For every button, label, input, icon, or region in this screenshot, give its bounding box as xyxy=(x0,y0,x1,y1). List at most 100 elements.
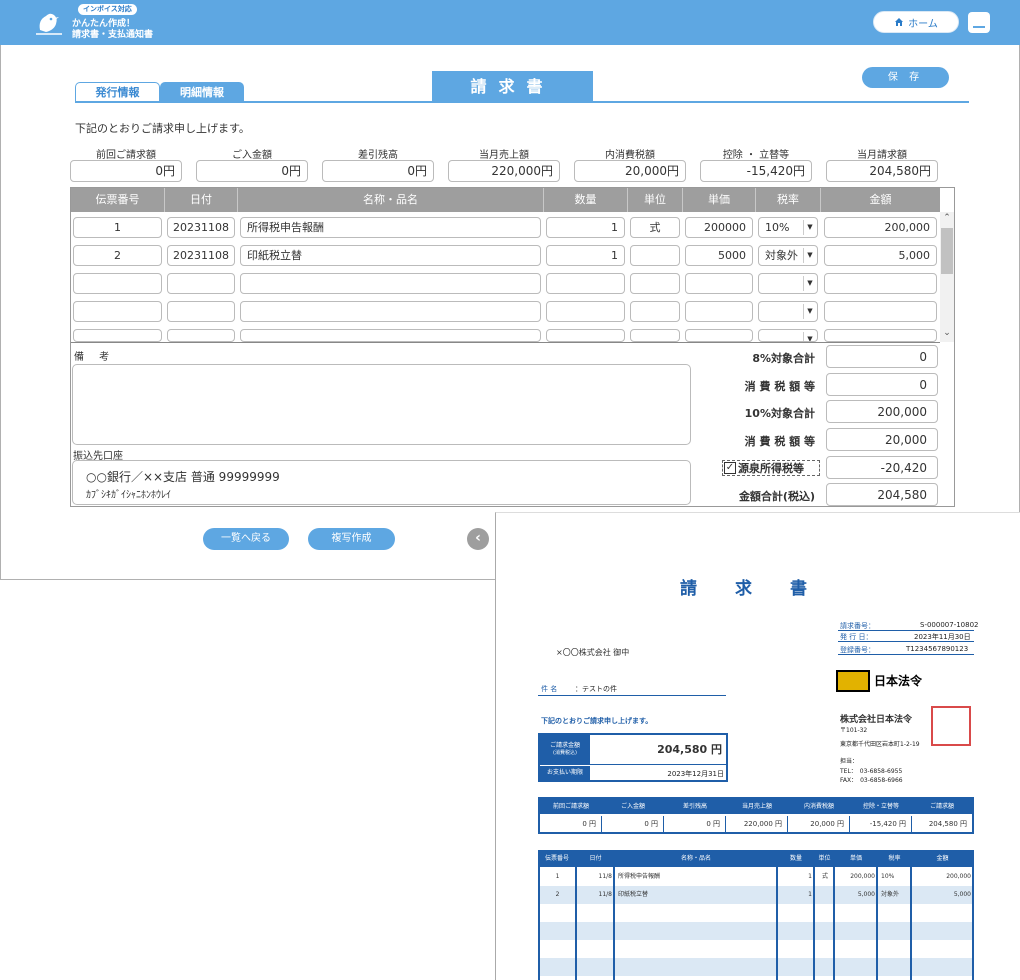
dropdown-arrow-icon[interactable]: ▼ xyxy=(803,248,816,263)
table-cell-price[interactable]: 5000 xyxy=(685,245,753,266)
tax-select[interactable]: 対象外 ▼ xyxy=(758,245,818,266)
company-logo-text: 日本法令 xyxy=(874,674,923,688)
divider xyxy=(575,850,577,980)
chevron-left-icon[interactable]: ‹ xyxy=(467,528,489,550)
remarks-textarea[interactable] xyxy=(72,364,691,445)
table-cell-price[interactable] xyxy=(685,329,753,342)
dropdown-arrow-icon[interactable]: ▼ xyxy=(803,220,816,235)
doc-summary-value: 204,580 円 xyxy=(928,820,967,828)
doc-summary-head: 差引残高 xyxy=(682,803,707,810)
table-cell-qty[interactable] xyxy=(546,301,625,322)
table-cell-date[interactable] xyxy=(167,273,235,294)
doc-reg-no: T1234567890123 xyxy=(906,645,969,653)
divider xyxy=(838,654,974,655)
intro-text: 下記のとおりご請求申し上げます。 xyxy=(75,122,250,135)
doc-summary-value: -15,420 円 xyxy=(850,816,912,832)
total-value: 200,000 xyxy=(826,400,938,423)
tax-select[interactable]: 10% ▼ xyxy=(758,217,818,238)
home-button[interactable]: ホーム xyxy=(873,11,959,33)
table-cell-price[interactable] xyxy=(685,301,753,322)
table-cell-qty[interactable]: 1 xyxy=(546,217,625,238)
table-cell-date[interactable] xyxy=(167,329,235,342)
minimize-button[interactable] xyxy=(968,12,990,33)
table-cell-amount[interactable] xyxy=(824,301,937,322)
cell-text: 2 xyxy=(114,249,121,262)
withholding-checkbox[interactable]: ✓ 源泉所得税等 xyxy=(722,460,820,476)
divider xyxy=(910,850,912,980)
bank-line2: ｶﾌﾞｼｷｶﾞｲｼｬﾆﾎﾝﾎｳﾚｲ xyxy=(86,490,171,501)
table-cell-name[interactable]: 印紙税立替 xyxy=(240,245,541,266)
doc-table-cell: 2 xyxy=(555,891,560,898)
table-cell-no[interactable] xyxy=(73,301,162,322)
table-cell-qty[interactable] xyxy=(546,329,625,342)
table-cell-date[interactable] xyxy=(167,301,235,322)
tax-select[interactable]: ▼ xyxy=(758,329,818,342)
col-header: 単価 xyxy=(683,188,756,212)
table-cell-unit[interactable] xyxy=(630,329,680,342)
table-cell-qty[interactable] xyxy=(546,273,625,294)
scroll-down-icon[interactable]: ⌄ xyxy=(940,328,954,338)
summary-label: 差引残高 xyxy=(358,150,398,161)
tax-select[interactable]: ▼ xyxy=(758,273,818,294)
table-cell-unit[interactable] xyxy=(630,273,680,294)
dropdown-arrow-icon[interactable]: ▼ xyxy=(803,332,816,341)
divider xyxy=(833,850,835,980)
doc-table-row xyxy=(538,976,974,980)
tab-issue-info[interactable]: 発行情報 xyxy=(75,82,160,102)
table-cell-amount[interactable] xyxy=(824,329,937,342)
divider xyxy=(838,641,974,642)
tab-detail-info[interactable]: 明細情報 xyxy=(160,82,244,102)
tax-select[interactable]: ▼ xyxy=(758,301,818,322)
back-to-list-button[interactable]: 一覧へ戻る xyxy=(203,528,289,550)
table-cell-unit[interactable]: 式 xyxy=(630,217,680,238)
doc-table-cell: 印紙税立替 xyxy=(618,891,649,898)
table-cell-unit[interactable] xyxy=(630,301,680,322)
summary-label: 当月請求額 xyxy=(857,150,907,161)
table-cell-no[interactable] xyxy=(73,273,162,294)
scroll-thumb[interactable] xyxy=(941,228,953,274)
table-cell-name[interactable] xyxy=(240,273,541,294)
total-label: 8%対象合計 xyxy=(752,352,815,365)
cell-text: 印紙税立替 xyxy=(247,249,302,262)
divider xyxy=(838,630,974,631)
summary-label: 控除 ・ 立替等 xyxy=(722,150,790,161)
save-button[interactable]: 保 存 xyxy=(862,67,949,88)
doc-intro: 下記のとおりご請求申し上げます。 xyxy=(541,717,653,725)
summary-label: 当月売上額 xyxy=(479,150,529,161)
table-cell-date[interactable]: 20231108 xyxy=(167,245,235,266)
table-cell-name[interactable] xyxy=(240,301,541,322)
table-cell-amount[interactable]: 200,000 xyxy=(824,217,937,238)
doc-zip: 〒101-32 xyxy=(840,727,868,734)
doc-amount-sub: (消費税込) xyxy=(553,750,577,756)
copy-create-button[interactable]: 複写作成 xyxy=(308,528,395,550)
doc-subject-label: 件 名 xyxy=(541,685,558,693)
table-cell-qty[interactable]: 1 xyxy=(546,245,625,266)
table-cell-price[interactable]: 200000 xyxy=(685,217,753,238)
scroll-up-icon[interactable]: ⌃ xyxy=(940,213,954,223)
table-cell-no[interactable]: 2 xyxy=(73,245,162,266)
table-cell-name[interactable]: 所得税申告報酬 xyxy=(240,217,541,238)
doc-summary-head: 前回ご請求額 xyxy=(552,803,589,810)
doc-table-cell: 5,000 xyxy=(857,891,875,898)
table-cell-unit[interactable] xyxy=(630,245,680,266)
summary-value: 0円 xyxy=(322,160,434,182)
cell-text: 200000 xyxy=(704,221,746,234)
cell-text: 1 xyxy=(611,249,618,262)
total-label: 金額合計(税込) xyxy=(738,490,815,503)
table-cell-date[interactable]: 20231108 xyxy=(167,217,235,238)
doc-table-row xyxy=(538,958,974,976)
table-cell-amount[interactable] xyxy=(824,273,937,294)
doc-table-cell: 200,000 xyxy=(850,873,875,880)
table-cell-price[interactable] xyxy=(685,273,753,294)
doc-table-cell xyxy=(818,886,832,904)
dropdown-arrow-icon[interactable]: ▼ xyxy=(803,304,816,319)
total-label: 10%対象合計 xyxy=(744,407,815,420)
dropdown-arrow-icon[interactable]: ▼ xyxy=(803,276,816,291)
table-cell-name[interactable] xyxy=(240,329,541,342)
doc-amount-label: ご請求金額 (消費税込) xyxy=(540,735,590,764)
table-cell-no[interactable] xyxy=(73,329,162,342)
table-cell-no[interactable]: 1 xyxy=(73,217,162,238)
checkbox-checked-icon[interactable]: ✓ xyxy=(724,462,736,474)
summary-label: 内消費税額 xyxy=(605,150,655,161)
table-cell-amount[interactable]: 5,000 xyxy=(824,245,937,266)
